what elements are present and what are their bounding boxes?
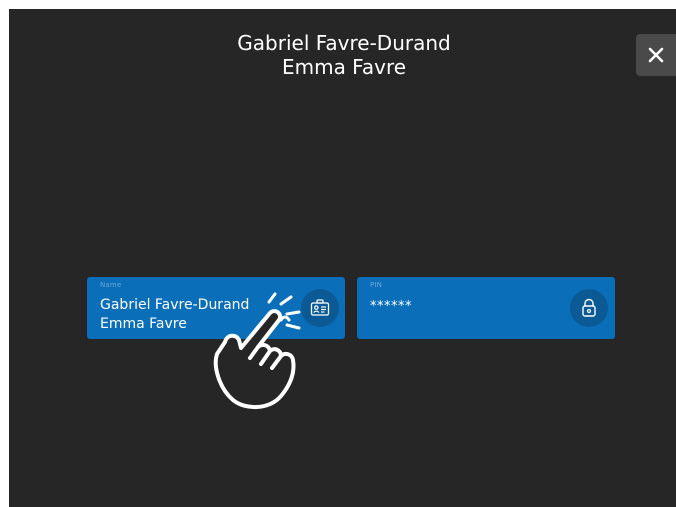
lock-icon[interactable] — [570, 289, 608, 327]
pin-field-label: PIN — [370, 281, 383, 289]
title-line-1: Gabriel Favre-Durand — [237, 31, 451, 55]
close-button[interactable] — [636, 34, 676, 76]
tap-hand-icon — [213, 292, 301, 409]
screen: Gabriel Favre-Durand Emma Favre Name Gab… — [9, 9, 676, 507]
title-line-2: Emma Favre — [281, 55, 407, 79]
close-icon — [648, 47, 664, 63]
page-title: Gabriel Favre-Durand Emma Favre — [9, 31, 676, 79]
pin-field[interactable]: PIN ****** — [357, 277, 615, 339]
pin-field-value: ****** — [370, 299, 412, 314]
name-field-label: Name — [100, 281, 122, 289]
